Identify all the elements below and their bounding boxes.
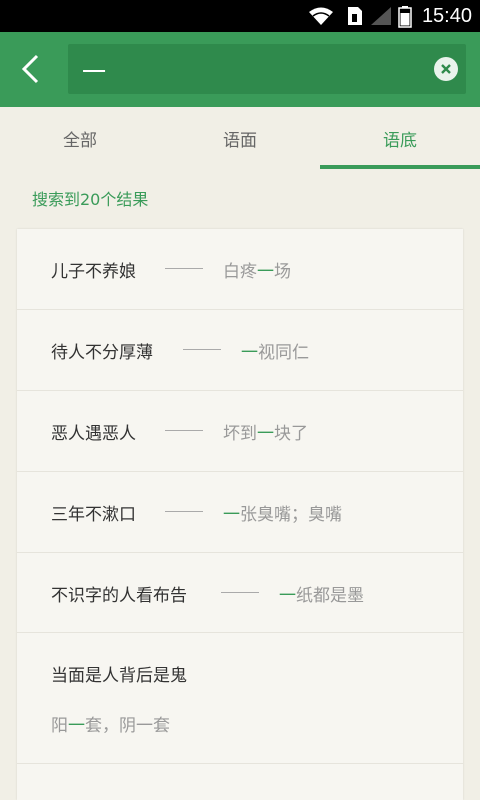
riddle-phrase: 儿子不养娘	[51, 262, 136, 282]
tab-indicator	[320, 165, 480, 169]
riddle-answer: 一视同仁	[241, 343, 309, 363]
list-item[interactable]: 不识字的人看布告 一纸都是墨	[17, 553, 463, 633]
riddle-phrase: 当面是人背后是鬼	[51, 666, 187, 686]
wifi-icon	[309, 7, 333, 25]
list-item[interactable]: 当面是人背后是鬼 阳一套，阴一套	[17, 633, 463, 764]
list-item[interactable]: 三年不漱口 一张臭嘴；臭嘴	[17, 472, 463, 553]
back-button[interactable]	[8, 44, 52, 94]
list-item[interactable]: 恶人遇恶人 坏到一块了	[17, 391, 463, 472]
list-item[interactable]: 儿子不养娘 白疼一场	[17, 229, 463, 310]
riddle-phrase: 恶人遇恶人	[51, 424, 136, 444]
riddle-phrase: 待人不分厚薄	[51, 343, 153, 363]
result-count: 搜索到20个结果	[32, 190, 149, 209]
search-box	[68, 44, 466, 94]
list-item[interactable]: 待人不分厚薄 一视同仁	[17, 310, 463, 391]
riddle-phrase: 不识字的人看布告	[51, 586, 187, 606]
tab-bar: 全部 语面 语底	[0, 107, 480, 169]
sim-card-icon	[348, 7, 362, 25]
header	[0, 32, 480, 107]
results-list: 儿子不养娘 白疼一场 待人不分厚薄 一视同仁 恶人遇恶人 坏到一块了 三年不漱口…	[17, 229, 463, 800]
riddle-answer: 一纸都是墨	[279, 586, 364, 606]
riddle-answer: 一张臭嘴；臭嘴	[223, 505, 342, 525]
separator-dash	[165, 430, 203, 431]
separator-dash	[165, 511, 203, 512]
signal-icon	[371, 7, 391, 25]
tab-riddle-face[interactable]: 语面	[160, 107, 320, 169]
search-input[interactable]	[82, 44, 422, 94]
status-time: 15:40	[421, 5, 472, 27]
chevron-left-icon	[21, 54, 39, 84]
close-icon	[441, 64, 451, 74]
separator-dash	[221, 592, 259, 593]
tab-riddle-answer[interactable]: 语底	[320, 107, 480, 169]
separator-dash	[165, 268, 203, 269]
status-bar: 15:40	[0, 0, 480, 32]
riddle-answer: 阳一套，阴一套	[51, 716, 170, 736]
riddle-answer: 白疼一场	[223, 262, 291, 282]
clear-search-button[interactable]	[434, 57, 458, 81]
separator-dash	[183, 349, 221, 350]
riddle-phrase: 三年不漱口	[51, 505, 136, 525]
tab-all[interactable]: 全部	[0, 107, 160, 169]
riddle-answer: 坏到一块了	[223, 424, 308, 444]
battery-icon	[398, 6, 412, 28]
